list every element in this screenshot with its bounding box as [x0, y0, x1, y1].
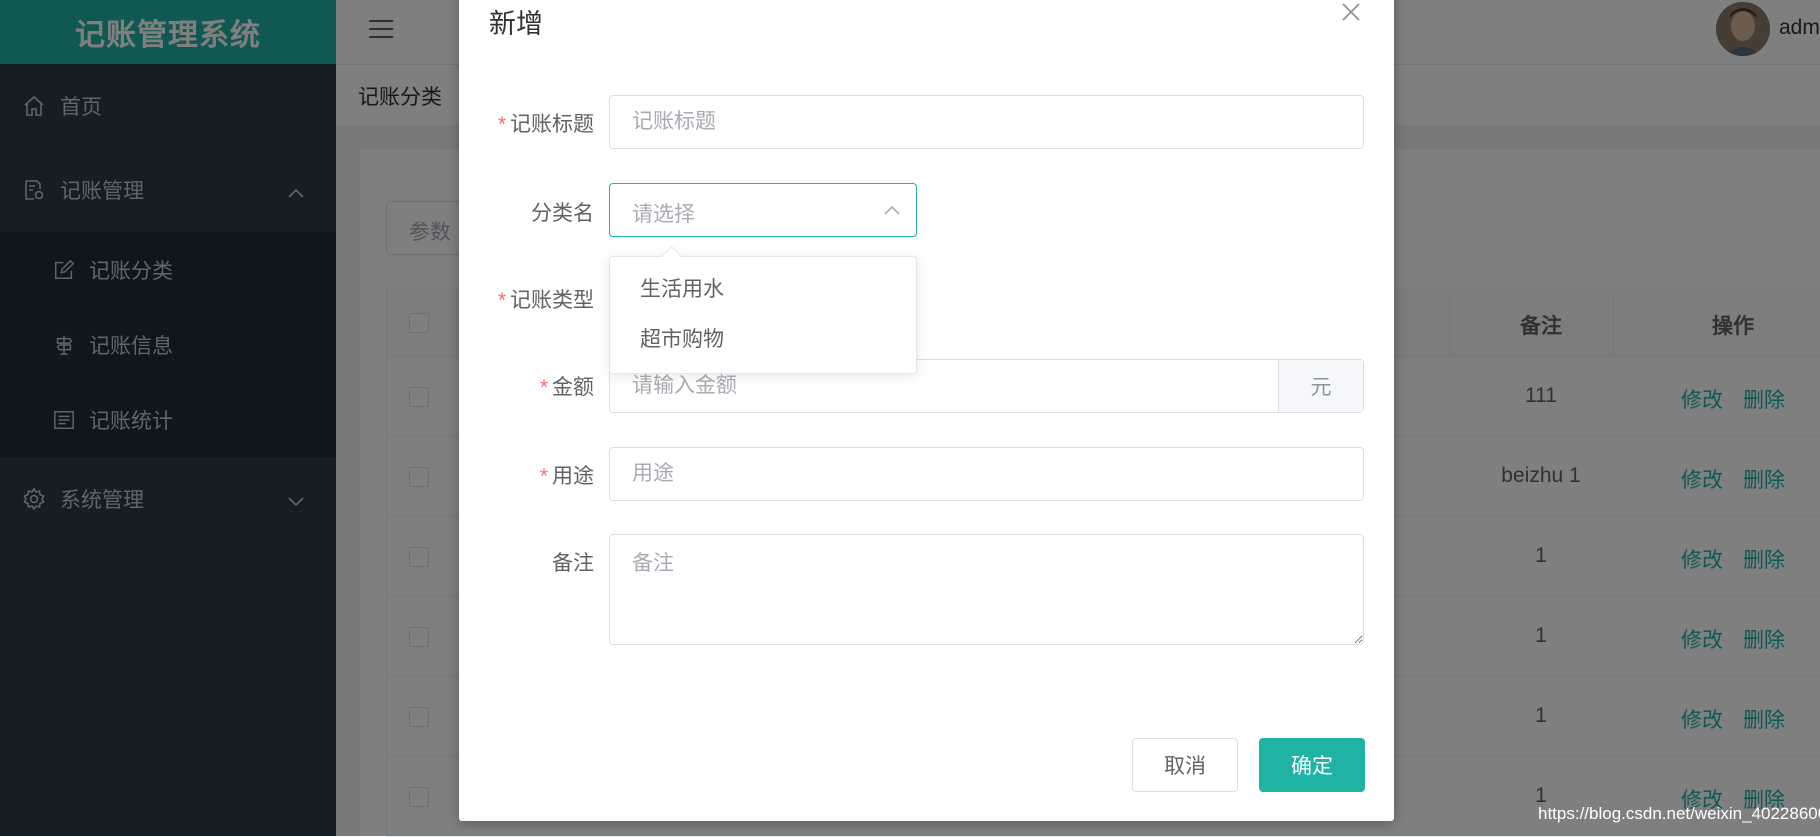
dropdown-caret: [660, 245, 683, 268]
purpose-input[interactable]: [610, 448, 1363, 500]
title-label: * 记账标题: [459, 108, 594, 138]
close-icon[interactable]: [1341, 2, 1361, 27]
cancel-button[interactable]: 取消: [1132, 738, 1238, 792]
category-dropdown: 生活用水 超市购物: [609, 245, 917, 374]
confirm-button[interactable]: 确定: [1259, 738, 1365, 792]
title-input[interactable]: [610, 96, 1363, 148]
dropdown-option[interactable]: 生活用水: [610, 265, 916, 315]
type-label: * 记账类型: [459, 284, 594, 314]
purpose-label-text: 用途: [552, 465, 594, 488]
type-label-text: 记账类型: [510, 289, 594, 312]
watermark: https://blog.csdn.net/weixin_40228600: [1538, 804, 1820, 823]
required-asterisk: *: [497, 113, 506, 136]
note-textarea[interactable]: [610, 535, 1363, 644]
note-label: 备注: [552, 552, 594, 575]
note-field[interactable]: [609, 534, 1364, 645]
title-field[interactable]: [609, 95, 1364, 149]
category-label: 分类名: [531, 202, 594, 225]
required-asterisk: *: [539, 376, 548, 399]
currency-suffix: 元: [1278, 360, 1363, 412]
chevron-up-icon: [884, 202, 900, 220]
required-asterisk: *: [539, 465, 548, 488]
dropdown-option[interactable]: 超市购物: [610, 315, 916, 365]
amount-label-text: 金额: [552, 376, 594, 399]
required-asterisk: *: [497, 289, 506, 312]
category-select[interactable]: 请选择: [609, 183, 917, 237]
category-placeholder: 请选择: [632, 203, 695, 226]
dialog-title: 新增: [489, 9, 543, 39]
title-label-text: 记账标题: [510, 113, 594, 136]
add-record-dialog: 新增 *记账标题 分类名 请选择 *记账类型 *金额 元 *用途 备注 生活用水…: [459, 0, 1394, 821]
amount-label: * 金额: [459, 371, 594, 401]
purpose-label: * 用途: [459, 460, 594, 490]
purpose-field[interactable]: [609, 447, 1364, 501]
